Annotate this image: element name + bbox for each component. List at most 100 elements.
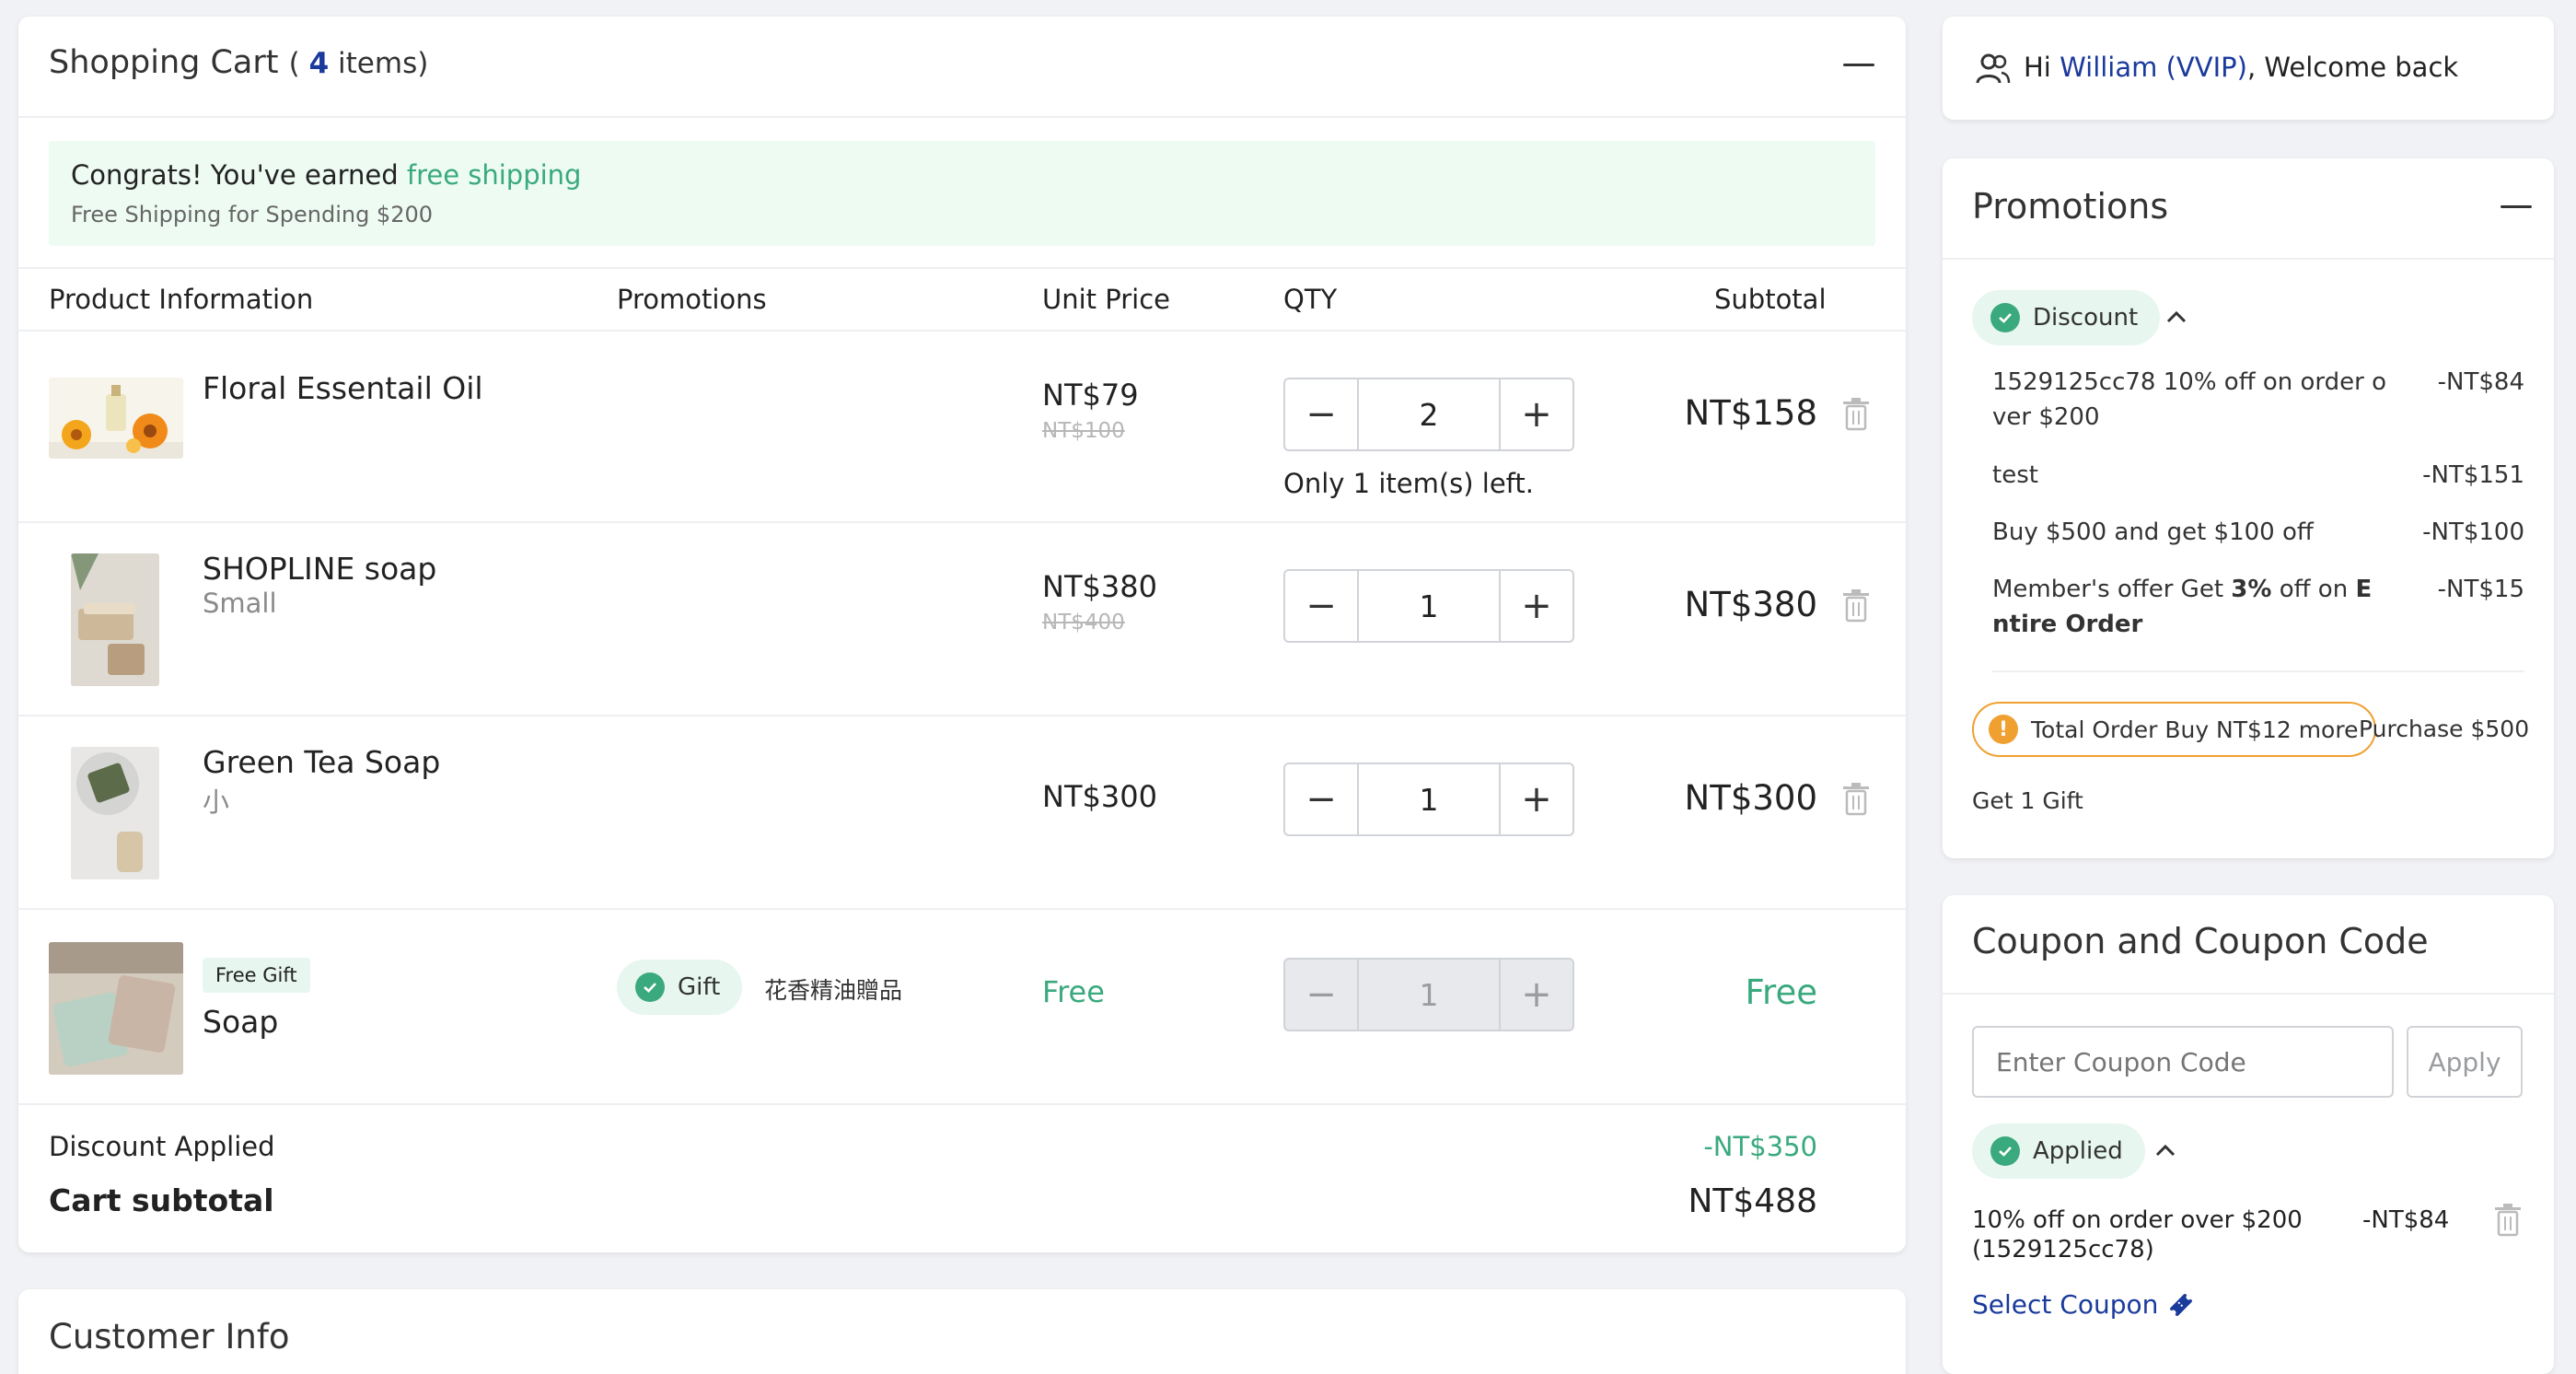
- welcome-card: Hi William (VVIP), Welcome back: [1943, 17, 2554, 120]
- collapse-promotions-button[interactable]: [2501, 205, 2532, 208]
- increase-qty-button[interactable]: +: [1501, 764, 1572, 834]
- cart-title: Shopping Cart ( 4 items): [49, 44, 429, 81]
- promo-line: Buy $500 and get $100 off: [1992, 518, 2314, 546]
- unit-price: NT$79: [1042, 378, 1139, 413]
- unit-price: Free: [1042, 974, 1105, 1009]
- promo-line: Member's offer Get 3% off on E ntire Ord…: [1992, 576, 2373, 638]
- select-coupon-link[interactable]: Select Coupon: [1972, 1289, 2195, 1320]
- ticket-icon: [2170, 1293, 2193, 1316]
- users-icon: [1976, 53, 2011, 84]
- applied-coupon-amount: -NT$84: [2362, 1206, 2450, 1234]
- oil-bottle-image: [49, 378, 183, 459]
- promotions-title: Promotions: [1972, 186, 2169, 227]
- discount-applied-label: Discount Applied: [49, 1131, 275, 1162]
- free-shipping-highlight: free shipping: [406, 159, 582, 191]
- cart-item-count: 4: [308, 47, 330, 80]
- coupon-card: Coupon and Coupon Code Apply Applied 10%…: [1943, 895, 2554, 1374]
- gift-promo-pill: Gift: [617, 960, 743, 1015]
- check-icon: [1990, 1136, 2020, 1166]
- trash-icon[interactable]: [2493, 1204, 2523, 1237]
- shopping-cart-card: Shopping Cart ( 4 items) Congrats! You'v…: [18, 17, 1906, 1252]
- cart-subtotal-value: NT$488: [1688, 1182, 1817, 1220]
- warning-icon: !: [1989, 715, 2018, 744]
- qty-input: 1: [1357, 960, 1501, 1030]
- soap-image: [71, 553, 159, 686]
- col-promotions: Promotions: [617, 284, 767, 315]
- quantity-stepper: − 1 +: [1283, 763, 1574, 836]
- promo-amount: -NT$100: [2422, 518, 2524, 546]
- gift-soap-image: [49, 942, 183, 1075]
- increase-qty-button[interactable]: +: [1501, 571, 1572, 641]
- table-row: Floral Essentail Oil NT$79 NT$100 − 2 + …: [18, 332, 1906, 521]
- collapse-cart-button[interactable]: [1843, 64, 1874, 66]
- gift-promo-text: 花香精油贈品: [764, 977, 903, 1004]
- promo-line: 1529125cc78 10% off on order o ver $200: [1992, 368, 2387, 431]
- item-subtotal: NT$300: [1684, 778, 1817, 818]
- trash-icon[interactable]: [1841, 589, 1871, 623]
- warning-sub-text: Get 1 Gift: [1972, 787, 2083, 814]
- promotions-card: Promotions Discount 1529125cc78 10% off …: [1943, 158, 2554, 858]
- qty-input[interactable]: 2: [1357, 379, 1501, 449]
- green-tea-soap-image: [71, 747, 159, 879]
- warning-pill: ! Total Order Buy NT$12 more: [1972, 702, 2377, 757]
- chevron-up-icon[interactable]: [2154, 1143, 2176, 1158]
- product-name[interactable]: SHOPLINE soap: [203, 551, 436, 587]
- user-name-link[interactable]: William (VVIP): [2060, 52, 2247, 83]
- welcome-text: Hi William (VVIP), Welcome back: [2024, 52, 2459, 83]
- discount-pill: Discount: [1972, 290, 2161, 345]
- promo-amount: -NT$151: [2422, 461, 2524, 489]
- increase-qty-button: +: [1521, 973, 1552, 1016]
- decrease-qty-button[interactable]: −: [1285, 379, 1357, 449]
- original-price: NT$400: [1042, 611, 1125, 635]
- unit-price: NT$300: [1042, 779, 1157, 814]
- applied-coupon-text: 10% off on order over $200 (1529125cc78): [1972, 1206, 2303, 1263]
- qty-input[interactable]: 1: [1357, 571, 1501, 641]
- coupon-code-input[interactable]: [1972, 1026, 2394, 1098]
- product-name[interactable]: Soap: [203, 1004, 278, 1040]
- qty-input[interactable]: 1: [1357, 764, 1501, 834]
- unit-price: NT$380: [1042, 569, 1157, 604]
- table-row: Green Tea Soap 小 NT$300 − 1 + NT$300: [18, 716, 1906, 906]
- table-row: Free Gift Soap Gift 花香精油贈品 Free − 1 + Fr…: [18, 910, 1906, 1100]
- table-row: SHOPLINE soap Small NT$380 NT$400 − 1 + …: [18, 523, 1906, 713]
- trash-icon[interactable]: [1841, 398, 1871, 431]
- product-name[interactable]: Green Tea Soap: [203, 744, 440, 780]
- applied-pill: Applied: [1972, 1124, 2145, 1179]
- cart-subtotal-label: Cart subtotal: [49, 1182, 274, 1218]
- product-name[interactable]: Floral Essentail Oil: [203, 370, 483, 406]
- item-subtotal: Free: [1745, 972, 1817, 1012]
- customer-info-title: Customer Info: [49, 1317, 290, 1357]
- promo-amount: -NT$84: [2437, 368, 2524, 396]
- discount-applied-value: -NT$350: [1703, 1131, 1817, 1162]
- trash-icon[interactable]: [1841, 783, 1871, 816]
- coupon-title: Coupon and Coupon Code: [1972, 921, 2429, 961]
- quantity-stepper: − 1 +: [1283, 569, 1574, 643]
- promo-line: test: [1992, 461, 2038, 489]
- apply-coupon-button[interactable]: Apply: [2407, 1026, 2523, 1098]
- col-product-info: Product Information: [49, 284, 314, 315]
- promo-amount: -NT$15: [2437, 576, 2524, 603]
- decrease-qty-button: −: [1305, 973, 1337, 1016]
- check-icon: [635, 972, 665, 1002]
- decrease-qty-button[interactable]: −: [1285, 571, 1357, 641]
- decrease-qty-button[interactable]: −: [1285, 764, 1357, 834]
- quantity-stepper: − 1 +: [1283, 958, 1574, 1031]
- item-subtotal: NT$158: [1684, 393, 1817, 433]
- col-qty: QTY: [1283, 284, 1338, 315]
- col-unit-price: Unit Price: [1042, 284, 1170, 315]
- check-icon: [1990, 303, 2020, 332]
- free-shipping-banner: Congrats! You've earned free shipping Fr…: [49, 141, 1875, 246]
- product-variant: Small: [203, 588, 277, 619]
- product-variant: 小: [203, 786, 230, 818]
- chevron-up-icon[interactable]: [2165, 309, 2187, 324]
- warning-side-text: Purchase $500: [2359, 716, 2530, 742]
- free-shipping-sub: Free Shipping for Spending $200: [71, 202, 434, 227]
- item-subtotal: NT$380: [1684, 585, 1817, 624]
- customer-info-card: Customer Info: [18, 1289, 1906, 1374]
- quantity-stepper: − 2 +: [1283, 378, 1574, 451]
- free-gift-badge: Free Gift: [203, 958, 310, 993]
- stock-note: Only 1 item(s) left.: [1283, 468, 1534, 499]
- increase-qty-button[interactable]: +: [1501, 379, 1572, 449]
- col-subtotal: Subtotal: [1714, 284, 1827, 315]
- original-price: NT$100: [1042, 419, 1125, 443]
